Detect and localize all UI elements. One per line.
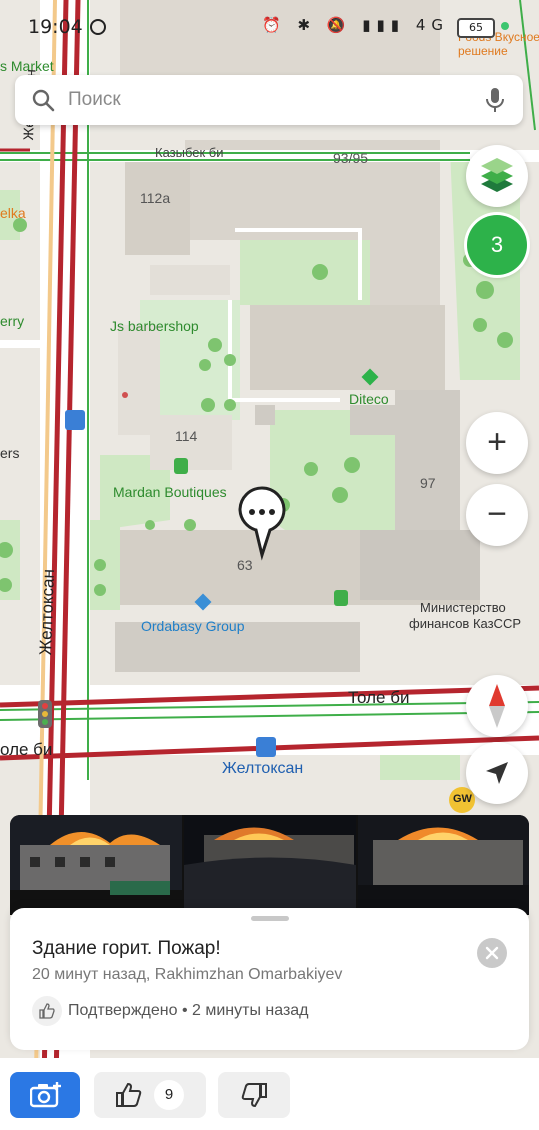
event-card[interactable]: Здание горит. Пожар! 20 минут назад, Rak… bbox=[10, 908, 529, 1050]
search-bar[interactable]: Поиск bbox=[15, 75, 523, 125]
status-time: 19:04 bbox=[28, 16, 83, 38]
event-subtitle: 20 минут назад, Rakhimzhan Omarbakiyev bbox=[32, 966, 343, 983]
street-zheltoksan-label-bottom: Желтоксан bbox=[36, 568, 59, 656]
thumbs-down-icon bbox=[241, 1083, 267, 1107]
bus-stop-zheltoksan-label[interactable]: Желтоксан bbox=[222, 760, 303, 778]
status-icons: ⏰ ✱ 🔕 ▮▮▮ 4G bbox=[262, 16, 449, 34]
event-photo-strip[interactable] bbox=[10, 815, 529, 915]
gw-logo[interactable]: GW bbox=[453, 793, 472, 805]
building-97-label: 97 bbox=[420, 475, 436, 491]
add-photo-button[interactable] bbox=[10, 1072, 80, 1118]
search-icon bbox=[32, 89, 55, 112]
close-icon bbox=[485, 946, 499, 960]
poi-ordabasy-label[interactable]: Ordabasy Group bbox=[141, 618, 245, 634]
dislike-button[interactable] bbox=[218, 1072, 290, 1118]
building-63-label: 63 bbox=[237, 557, 253, 573]
poi-mardan-label[interactable]: Mardan Boutiques bbox=[113, 484, 227, 500]
drag-handle[interactable] bbox=[251, 916, 289, 921]
event-photo-3[interactable] bbox=[358, 815, 529, 915]
search-placeholder: Поиск bbox=[68, 89, 121, 110]
zoom-in-button[interactable]: + bbox=[466, 412, 528, 474]
bottom-action-bar: 9 bbox=[0, 1058, 539, 1130]
thumbs-up-icon bbox=[116, 1083, 142, 1107]
thumbs-up-small-icon bbox=[32, 996, 62, 1026]
zoom-out-button[interactable]: − bbox=[466, 484, 528, 546]
navigation-arrow-icon bbox=[486, 762, 508, 784]
poi-ministry-label-2: финансов КазССР bbox=[409, 616, 522, 631]
confirmation-text: Подтверждено • 2 минуты назад bbox=[68, 1002, 309, 1019]
event-photo-2[interactable] bbox=[184, 815, 356, 915]
camera-add-icon bbox=[30, 1082, 61, 1108]
event-title: Здание горит. Пожар! bbox=[32, 938, 221, 959]
my-location-button[interactable] bbox=[466, 742, 528, 804]
close-button[interactable] bbox=[477, 938, 507, 968]
building-114-label: 114 bbox=[175, 428, 198, 444]
street-tole-bi-label-right: Толе би bbox=[348, 688, 410, 707]
status-dot-icon bbox=[501, 22, 509, 30]
building-93-label: 93/95 bbox=[333, 150, 369, 166]
like-count: 9 bbox=[154, 1080, 184, 1110]
poi-ministry-label[interactable]: Министерство bbox=[420, 600, 506, 615]
like-button[interactable]: 9 bbox=[94, 1072, 206, 1118]
compass-button[interactable] bbox=[466, 675, 528, 737]
event-photo-1[interactable] bbox=[10, 815, 182, 915]
battery-icon: 65 bbox=[457, 18, 495, 38]
building-112a-label: 112а bbox=[140, 190, 171, 206]
status-ring-icon bbox=[90, 19, 106, 35]
street-tole-bi-label-left: оле би bbox=[0, 740, 53, 759]
poi-elka-label[interactable]: elka bbox=[0, 205, 26, 221]
microphone-icon[interactable] bbox=[485, 87, 505, 113]
status-bar: 19:04 ⏰ ✱ 🔕 ▮▮▮ 4G 65 bbox=[0, 0, 539, 56]
confirmation-row: Подтверждено • 2 минуты назад bbox=[32, 996, 372, 1028]
street-kazybek-label: Казыбек би bbox=[155, 145, 224, 160]
layers-button[interactable] bbox=[466, 145, 528, 207]
poi-diteco-label[interactable]: Diteco bbox=[349, 391, 389, 407]
poi-ers-label[interactable]: ers bbox=[0, 445, 19, 461]
event-cluster-badge[interactable]: 3 bbox=[467, 215, 527, 275]
poi-barbershop-label[interactable]: Js barbershop bbox=[110, 318, 199, 334]
layers-icon bbox=[481, 158, 513, 192]
poi-erry-label[interactable]: erry bbox=[0, 313, 24, 329]
compass-icon bbox=[489, 684, 505, 728]
